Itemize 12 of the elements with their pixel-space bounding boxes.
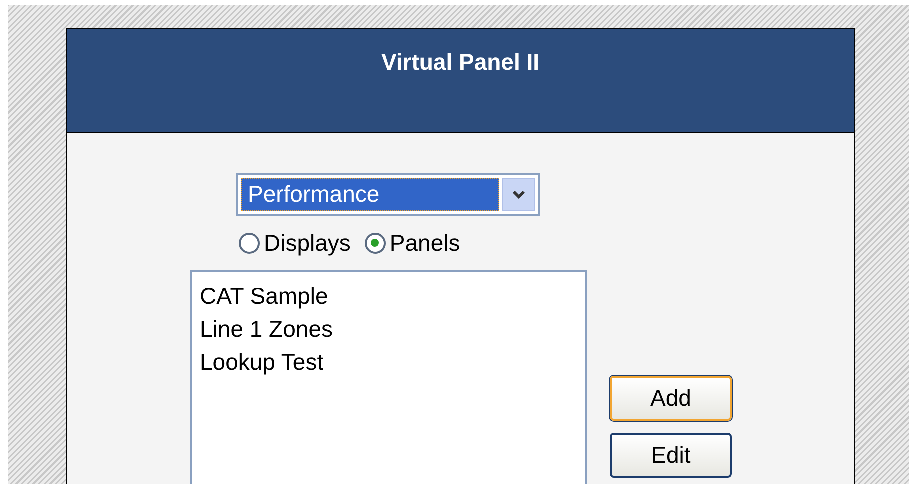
dropdown-select[interactable]: Performance: [236, 173, 540, 216]
action-button[interactable]: Add: [610, 376, 732, 421]
chevron-down-icon: [502, 178, 535, 211]
select-value: Performance: [241, 178, 499, 211]
action-button[interactable]: Edit: [610, 433, 732, 478]
radio-option[interactable]: Displays: [239, 226, 351, 260]
list-item[interactable]: Line 1 Zones: [198, 313, 335, 346]
window-title: Virtual Panel II: [381, 48, 540, 77]
radio-option[interactable]: Panels: [364, 226, 460, 260]
list-box[interactable]: CAT Sample Line 1 Zones Lookup Test: [190, 270, 587, 484]
list-item[interactable]: CAT Sample: [198, 280, 330, 313]
list-item[interactable]: Lookup Test: [198, 346, 326, 379]
